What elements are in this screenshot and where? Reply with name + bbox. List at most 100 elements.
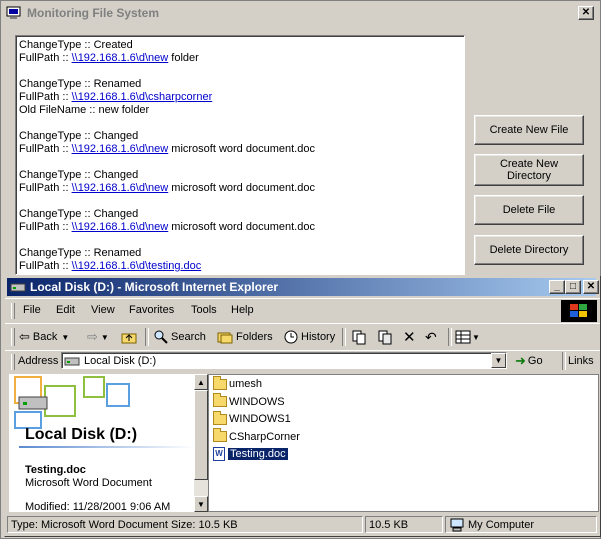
go-button[interactable]: ➜ Go (515, 351, 543, 371)
status-main: Type: Microsoft Word Document Size: 10.5… (7, 516, 363, 533)
file-item[interactable]: CSharpCorner (213, 428, 300, 445)
folder-icon (213, 393, 227, 407)
menu-item-help[interactable]: Help (231, 304, 254, 316)
explorer-close-button[interactable]: ✕ (583, 280, 599, 294)
search-label: Search (171, 331, 206, 343)
delete-directory-button[interactable]: Delete Directory (474, 235, 584, 265)
views-button[interactable]: ▼ (455, 327, 480, 347)
file-item-label: WINDOWS (229, 395, 285, 408)
file-item[interactable]: WINDOWS (213, 393, 285, 410)
file-list[interactable]: umesh WINDOWS WINDOWS1 CSharpCorner W Testing… (208, 374, 599, 512)
search-icon (154, 330, 168, 344)
minimize-button[interactable]: _ (549, 280, 565, 294)
log-path-link[interactable]: \\192.168.1.6\d\new (72, 52, 169, 64)
log-path-link[interactable]: \\192.168.1.6\d\new (72, 182, 169, 194)
views-dropdown-icon[interactable]: ▼ (472, 333, 480, 342)
create-new-directory-button[interactable]: Create New Directory (474, 154, 584, 186)
file-item[interactable]: W Testing.doc (213, 446, 289, 462)
log-entry: ChangeType :: Renamed FullPath :: \\192.1… (19, 247, 464, 273)
log-entry: ChangeType :: Created FullPath :: \\192.1… (19, 39, 464, 65)
drive-heading: Local Disk (D:) (25, 426, 138, 443)
file-item-label: umesh (229, 378, 263, 390)
explorer-title-bar[interactable]: Local Disk (D:) - Microsoft Internet Exp… (7, 278, 596, 296)
scroll-down-icon[interactable]: ▼ (194, 496, 208, 512)
toolbar-separator (145, 328, 149, 346)
create-new-file-button[interactable]: Create New File (474, 115, 584, 145)
log-path-link[interactable]: \\192.168.1.6\d\csharpcorner (72, 91, 213, 103)
links-button[interactable]: Links (568, 355, 594, 367)
go-label: Go (527, 355, 543, 367)
maximize-button[interactable]: □ (565, 280, 581, 294)
menu-item-tools[interactable]: Tools (191, 304, 217, 316)
status-size: 10.5 KB (365, 516, 443, 533)
selected-file-type: Microsoft Word Document (25, 477, 152, 489)
delete-file-button[interactable]: Delete File (474, 195, 584, 225)
file-item[interactable]: WINDOWS1 (213, 410, 291, 427)
go-arrow-icon: ➜ (515, 353, 526, 368)
delete-directory-label: Delete Directory (489, 244, 569, 256)
address-dropdown-icon[interactable]: ▼ (491, 353, 506, 368)
file-item[interactable]: umesh (213, 375, 263, 392)
up-folder-button[interactable] (121, 327, 137, 347)
copy-to-button[interactable] (377, 327, 393, 347)
copy-to-icon (378, 330, 392, 345)
address-label: Address (18, 355, 59, 367)
search-button[interactable]: Search (153, 327, 206, 347)
back-dropdown-icon[interactable]: ▼ (61, 333, 69, 342)
menu-item-file[interactable]: File (23, 304, 41, 316)
selected-file-name: Testing.doc (25, 464, 86, 476)
log-path-link[interactable]: \\192.168.1.6\d\new (72, 143, 169, 155)
log-path-link[interactable]: \\192.168.1.6\d\new (72, 221, 169, 233)
log-path-suffix: microsoft word document.doc (168, 143, 315, 155)
monitor-app-icon (6, 6, 21, 19)
log-line: ChangeType :: Changed (19, 169, 139, 181)
monitor-title-bar[interactable]: Monitoring File System (3, 3, 598, 23)
toolbar-grip (11, 328, 15, 346)
status-zone: My Computer (445, 516, 597, 533)
word-document-icon: W (213, 447, 225, 461)
standard-toolbar: ⇦ Back ▼ ⇨ ▼ Search Folders History ✕ ↶ … (5, 323, 600, 351)
undo-icon[interactable]: ↶ (425, 327, 437, 347)
views-icon (455, 330, 471, 344)
log-line: Old FileName :: new folder (19, 104, 150, 116)
log-line: FullPath :: \\192.168.1.6\d\testing.doc (19, 260, 464, 273)
log-line: ChangeType :: Renamed (19, 78, 142, 90)
back-button[interactable]: ⇦ Back ▼ (19, 327, 69, 347)
folders-label: Folders (236, 331, 273, 343)
explorer-window: Local Disk (D:) - Microsoft Internet Exp… (4, 275, 601, 537)
scroll-thumb[interactable] (194, 390, 208, 480)
my-computer-icon (450, 518, 464, 531)
move-to-button[interactable] (351, 327, 367, 347)
log-line: ChangeType :: Renamed (19, 247, 142, 259)
drive-icon (10, 283, 26, 292)
change-log-box[interactable]: ChangeType :: Created FullPath :: \\192.1… (15, 35, 465, 275)
forward-button[interactable]: ⇨ ▼ (87, 327, 109, 347)
log-line: ChangeType :: Created (19, 39, 133, 51)
folders-button[interactable]: Folders (217, 327, 273, 347)
log-line: FullPath :: \\192.168.1.6\d\new folder (19, 52, 464, 65)
history-button[interactable]: History (283, 327, 335, 347)
address-input[interactable]: Local Disk (D:) (61, 352, 507, 369)
toolbar-separator (342, 328, 346, 346)
log-line: ChangeType :: Changed (19, 208, 139, 220)
delete-icon[interactable]: ✕ (403, 327, 416, 347)
monitor-close-button[interactable]: ✕ (578, 6, 594, 20)
menu-item-favorites[interactable]: Favorites (129, 304, 174, 316)
file-item-label: Testing.doc (227, 447, 289, 461)
log-line: ChangeType :: Changed (19, 130, 139, 142)
scroll-up-icon[interactable]: ▲ (194, 374, 208, 390)
back-label: Back (32, 331, 58, 343)
menu-item-edit[interactable]: Edit (56, 304, 75, 316)
log-line: FullPath :: \\192.168.1.6\d\csharpcorner (19, 91, 464, 104)
folder-icon (213, 410, 227, 425)
left-pane-scrollbar[interactable]: ▲ ▼ (194, 374, 208, 512)
webview-pane: Local Disk (D:) Testing.doc Microsoft Wo… (9, 374, 196, 512)
log-path-prefix: FullPath :: (19, 143, 72, 155)
log-path-suffix: folder (168, 52, 199, 64)
log-path-prefix: FullPath :: (19, 91, 72, 103)
log-path-link[interactable]: \\192.168.1.6\d\testing.doc (72, 260, 202, 272)
menu-item-view[interactable]: View (91, 304, 115, 316)
forward-dropdown-icon[interactable]: ▼ (101, 333, 109, 342)
monitor-window-title: Monitoring File System (27, 6, 160, 20)
drive-icon (64, 357, 80, 365)
